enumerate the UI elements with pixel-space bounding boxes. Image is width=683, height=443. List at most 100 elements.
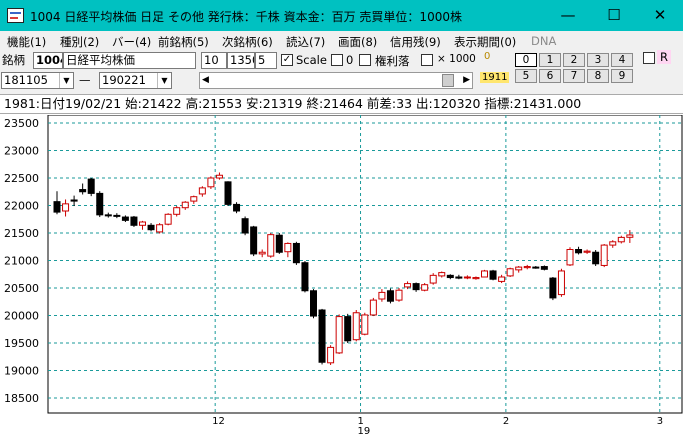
num-button-8[interactable]: 8 <box>587 69 609 83</box>
candle-body <box>369 299 377 316</box>
end-date-select[interactable]: 190221 ▼ <box>99 72 172 89</box>
orange-top-value: 0 <box>484 51 491 62</box>
param-field-2[interactable]: 1350 <box>227 52 255 69</box>
num-button-3[interactable]: 3 <box>587 53 609 67</box>
scale-checkbox[interactable]: ✓ <box>281 54 293 66</box>
menu-margin[interactable]: 信用残(9) <box>390 34 441 50</box>
stock-code-field[interactable]: 1004 <box>33 52 63 69</box>
candle-body <box>617 236 625 243</box>
candle-body <box>575 249 583 254</box>
stock-name-field[interactable]: 日経平均株価 <box>63 52 196 69</box>
menu-next-stock[interactable]: 次銘柄(6) <box>222 34 273 50</box>
candle-body <box>592 251 600 265</box>
candle-body <box>583 250 591 253</box>
menu-load[interactable]: 読込(7) <box>286 34 325 50</box>
candle-body <box>344 316 352 342</box>
y-tick-label: 18500 <box>4 392 39 405</box>
kenri-checkbox[interactable] <box>359 54 371 66</box>
candle-body <box>463 276 471 279</box>
y-tick-label: 21000 <box>4 255 39 268</box>
scroll-thumb[interactable] <box>442 74 454 87</box>
scroll-right-icon[interactable]: ▶ <box>463 73 470 88</box>
candle-body <box>96 192 104 216</box>
y-tick-label: 22500 <box>4 172 39 185</box>
candle-body <box>566 249 574 266</box>
app-chart-icon <box>7 8 24 23</box>
y-tick-label: 20500 <box>4 282 39 295</box>
y-tick-label: 19500 <box>4 337 39 350</box>
candle-body <box>429 274 437 284</box>
num-button-2[interactable]: 2 <box>563 53 585 67</box>
candle-body <box>310 290 317 317</box>
candle-body <box>395 289 403 301</box>
candle-body <box>557 270 565 296</box>
title-bar: 1004 日経平均株価 日足 その他 発行株：千株 資本金：百万 売買単位：10… <box>0 0 683 31</box>
candle-body <box>455 276 463 279</box>
candle-body <box>87 178 95 194</box>
candle-body <box>352 312 360 341</box>
r-checkbox[interactable] <box>643 52 655 64</box>
param-field-1[interactable]: 10 <box>201 52 227 69</box>
param-field-3[interactable]: 5 <box>255 52 277 69</box>
menu-shubetsu[interactable]: 種別(2) <box>60 34 99 50</box>
chart-svg: 18500 19000 19500 20000 20500 21000 21500 22000… <box>4 115 683 437</box>
toolbar: 銘柄 1004 日経平均株価 10 1350 5 ✓ Scale 0 権利落 ×… <box>0 50 683 94</box>
candle-body <box>515 266 523 271</box>
candle-body <box>489 270 497 280</box>
candle-body <box>327 346 335 364</box>
menu-dna: DNA <box>531 34 557 48</box>
close-button[interactable]: ✕ <box>637 0 683 31</box>
candle-body <box>258 251 266 255</box>
scroll-left-icon[interactable]: ◀ <box>202 73 209 88</box>
candle-body <box>472 277 480 280</box>
candle-body <box>275 234 283 253</box>
num-button-4[interactable]: 4 <box>611 53 633 67</box>
orange-bottom-value: 1911 <box>480 72 510 83</box>
x-month-label: 3 <box>657 416 663 427</box>
candle-body <box>164 213 172 225</box>
num-button-6[interactable]: 6 <box>539 69 561 83</box>
candle-body <box>335 316 343 354</box>
candle-body <box>173 207 181 215</box>
menu-kinou[interactable]: 機能(1) <box>7 34 46 50</box>
num-button-9[interactable]: 9 <box>611 69 633 83</box>
candle-body <box>139 221 146 226</box>
candle-body <box>549 277 557 299</box>
candle-body <box>626 234 634 238</box>
candle-body <box>53 201 61 213</box>
menu-bar-type[interactable]: バー(4) <box>112 34 151 50</box>
date-range-dash: — <box>79 73 91 87</box>
r-label: R <box>657 50 671 64</box>
num-button-1[interactable]: 1 <box>539 53 561 67</box>
start-date-value: 181105 <box>4 73 48 87</box>
candle-body <box>284 242 292 253</box>
dropdown-arrow-icon: ▼ <box>157 73 171 88</box>
candle-body <box>104 214 112 217</box>
x-month-label: 12 <box>212 416 225 427</box>
window-title: 1004 日経平均株価 日足 その他 発行株：千株 資本金：百万 売買単位：10… <box>30 10 462 24</box>
maximize-button[interactable]: ☐ <box>591 0 637 31</box>
num-button-5[interactable]: 5 <box>515 69 537 83</box>
candle-body <box>404 283 412 288</box>
minimize-button[interactable]: — <box>545 0 591 31</box>
x1000-checkbox[interactable] <box>421 54 433 66</box>
menu-screen[interactable]: 画面(8) <box>338 34 377 50</box>
num-button-0[interactable]: 0 <box>515 53 537 67</box>
check-mark-icon: ✓ <box>282 54 292 65</box>
x-month-label: 2 <box>503 416 509 427</box>
menu-prev-stock[interactable]: 前銘柄(5) <box>158 34 209 50</box>
num-button-7[interactable]: 7 <box>563 69 585 83</box>
horizontal-scrollbar[interactable]: ◀ ▶ <box>199 72 473 89</box>
candle-body <box>113 214 121 217</box>
menu-period[interactable]: 表示期間(0) <box>454 34 516 50</box>
y-tick-label: 23500 <box>4 117 39 130</box>
candle-body <box>190 196 198 202</box>
candle-body <box>609 241 617 246</box>
zero-checkbox[interactable] <box>331 54 343 66</box>
start-date-select[interactable]: 181105 ▼ <box>1 72 74 89</box>
candlestick-chart: 18500 19000 19500 20000 20500 21000 21500 22000… <box>0 115 683 443</box>
candle-body <box>130 216 138 226</box>
candle-body <box>412 283 420 291</box>
plot-frame <box>47 115 683 414</box>
x-year-label: 19 <box>358 426 371 437</box>
